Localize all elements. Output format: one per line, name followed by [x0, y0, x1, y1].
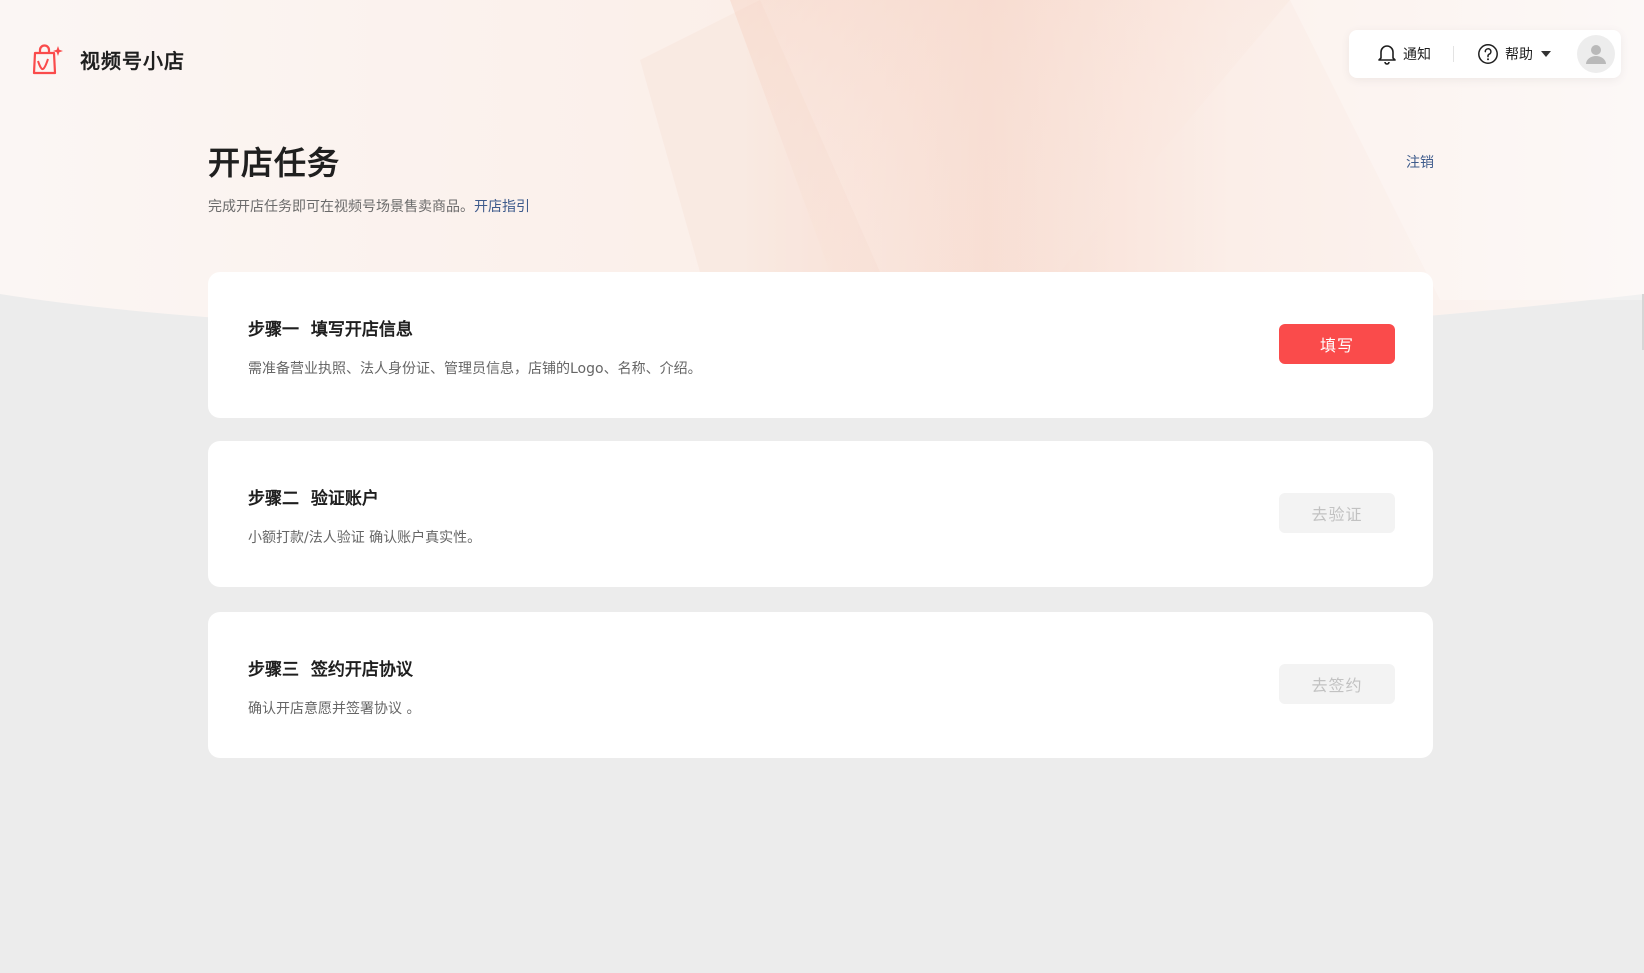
page: 视频号小店 通知 帮助 开店任务 完成开店任务即可在视频号场景售卖商品。开店指引… — [0, 0, 1644, 973]
page-title: 开店任务 — [208, 144, 341, 182]
step-title: 步骤一 填写开店信息 — [248, 320, 413, 340]
bell-icon — [1378, 45, 1396, 65]
caret-down-icon — [1541, 51, 1551, 57]
notify-label: 通知 — [1403, 47, 1431, 63]
guide-link[interactable]: 开店指引 — [474, 199, 530, 215]
fill-info-button[interactable]: 填写 — [1279, 324, 1395, 364]
sign-agreement-button[interactable]: 去签约 — [1279, 664, 1395, 704]
app-logo[interactable]: 视频号小店 — [30, 42, 185, 76]
top-toolbar: 通知 帮助 — [1349, 30, 1621, 78]
verify-account-button[interactable]: 去验证 — [1279, 493, 1395, 533]
app-name: 视频号小店 — [80, 48, 185, 73]
subtitle-text: 完成开店任务即可在视频号场景售卖商品。 — [208, 199, 474, 215]
help-label: 帮助 — [1505, 47, 1533, 63]
user-icon — [1586, 45, 1606, 64]
step-description: 小额打款/法人验证 确认账户真实性。 — [248, 530, 482, 546]
page-subtitle: 完成开店任务即可在视频号场景售卖商品。开店指引 — [208, 196, 530, 216]
step-title: 步骤三 签约开店协议 — [248, 660, 413, 680]
logout-link[interactable]: 注销 — [1406, 152, 1434, 172]
step-card-3: 步骤三 签约开店协议 确认开店意愿并签署协议 。 去签约 — [208, 612, 1433, 758]
shopping-bag-icon — [32, 44, 63, 75]
question-circle-icon — [1478, 44, 1498, 64]
step-card-1: 步骤一 填写开店信息 需准备营业执照、法人身份证、管理员信息，店铺的Logo、名… — [208, 272, 1433, 418]
help-menu-button[interactable]: 帮助 — [1477, 43, 1551, 65]
step-card-2: 步骤二 验证账户 小额打款/法人验证 确认账户真实性。 去验证 — [208, 441, 1433, 587]
step-title: 步骤二 验证账户 — [248, 489, 379, 509]
avatar[interactable] — [1577, 35, 1615, 73]
step-description: 确认开店意愿并签署协议 。 — [248, 701, 421, 717]
toolbar-divider — [1453, 46, 1454, 62]
step-description: 需准备营业执照、法人身份证、管理员信息，店铺的Logo、名称、介绍。 — [248, 361, 702, 377]
notify-button[interactable]: 通知 — [1377, 43, 1431, 65]
